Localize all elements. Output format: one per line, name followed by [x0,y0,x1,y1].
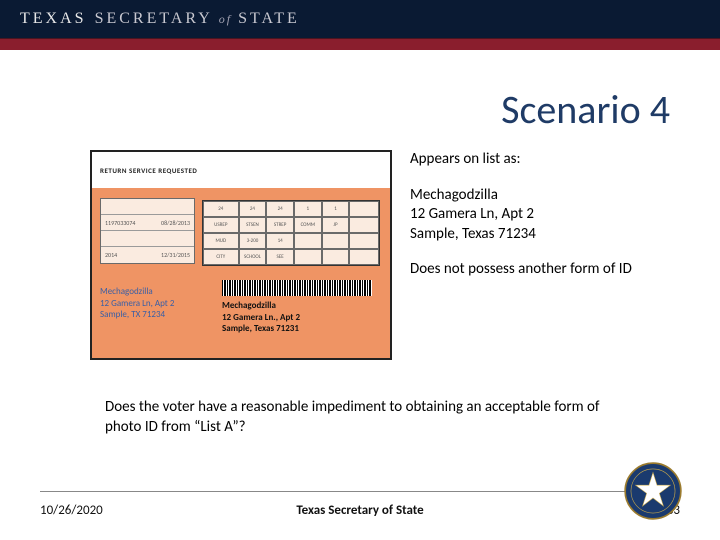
left-date: 12/31/2015 [161,251,190,259]
grid-cell [294,249,322,265]
grid-cell: 14 [266,233,294,249]
grid-cell: 1 [294,201,322,217]
voter-addr2: Sample, Texas 71234 [410,225,680,245]
appears-on-list-label: Appears on list as: [410,150,680,170]
grid-cell [349,249,379,265]
left-row: 2014 12/31/2015 [101,247,194,263]
header-word-state: STATE [238,10,300,28]
grid-cell: 3-200 [239,233,267,249]
grid-cell [349,217,379,233]
grid-cell [294,233,322,249]
grid-cell: COMM [294,217,322,233]
grid-cell: SCHOOL [239,249,267,265]
return-service-line: RETURN SERVICE REQUESTED [92,152,390,188]
addr-line: 12 Gamera Ln., Apt 2 [222,312,300,324]
footer-center: Texas Secretary of State [40,503,680,518]
id-note: Does not possess another form of ID [410,260,680,280]
addr-line: Mechagodzilla [100,286,174,298]
header-word-texas: TEXAS [20,10,87,28]
voter-list-entry: Mechagodzilla 12 Gamera Ln, Apt 2 Sample… [410,186,680,245]
scenario-info-text: Appears on list as: Mechagodzilla 12 Gam… [410,150,680,360]
grid-cell [349,201,379,217]
voter-addr1: 12 Gamera Ln, Apt 2 [410,205,680,225]
footer: 10/26/2020 Texas Secretary of State 83 [40,503,680,518]
grid-cell: 24 [266,201,294,217]
grid-cell: MUD [203,233,239,249]
voter-registration-card: RETURN SERVICE REQUESTED 1197033074 08/2… [90,150,392,360]
addr-line: Sample, TX 71234 [100,309,174,321]
grid-cell: 1 [322,201,350,217]
slide-title: Scenario 4 [501,85,670,134]
header-word-secretary: SECRETARY [95,10,213,28]
left-row: 1197033074 08/28/2013 [101,215,194,231]
grid-cell: SEE [266,249,294,265]
grid-cell: STREP [266,217,294,233]
left-cell: 1197033074 [105,219,135,227]
left-row [101,199,194,215]
barcode-icon [222,280,372,296]
header-bar: TEXAS SECRETARY of STATE [0,0,720,38]
header-word-of: of [219,12,232,27]
grid-cell [349,233,379,249]
voter-name: Mechagodzilla [410,186,680,206]
card-left-block: 1197033074 08/28/2013 2014 12/31/2015 [100,198,195,264]
addr-line: 12 Gamera Ln, Apt 2 [100,298,174,310]
state-seal-icon [624,462,682,520]
grid-cell [322,233,350,249]
footer-divider [40,491,680,492]
grid-cell: CITY [203,249,239,265]
card-precinct-grid: 24 24 24 1 1 USREP STSEN STREP COMM JP M… [202,200,380,266]
left-date: 08/28/2013 [161,219,190,227]
grid-cell [322,249,350,265]
card-address-black: Mechagodzilla 12 Gamera Ln., Apt 2 Sampl… [222,300,300,335]
content-row: RETURN SERVICE REQUESTED 1197033074 08/2… [90,150,680,360]
grid-cell: 24 [203,201,239,217]
grid-cell: USREP [203,217,239,233]
grid-cell: JP [322,217,350,233]
addr-line: Mechagodzilla [222,300,300,312]
left-row [101,231,194,247]
grid-cell: STSEN [239,217,267,233]
card-address-blue: Mechagodzilla 12 Gamera Ln, Apt 2 Sample… [100,286,174,321]
card-orange-area: 1197033074 08/28/2013 2014 12/31/2015 24… [92,188,390,358]
scenario-question: Does the voter have a reasonable impedim… [105,398,610,437]
addr-line: Sample, Texas 71231 [222,323,300,335]
left-cell: 2014 [105,251,117,259]
grid-cell: 24 [239,201,267,217]
header-red-stripe [0,38,720,50]
